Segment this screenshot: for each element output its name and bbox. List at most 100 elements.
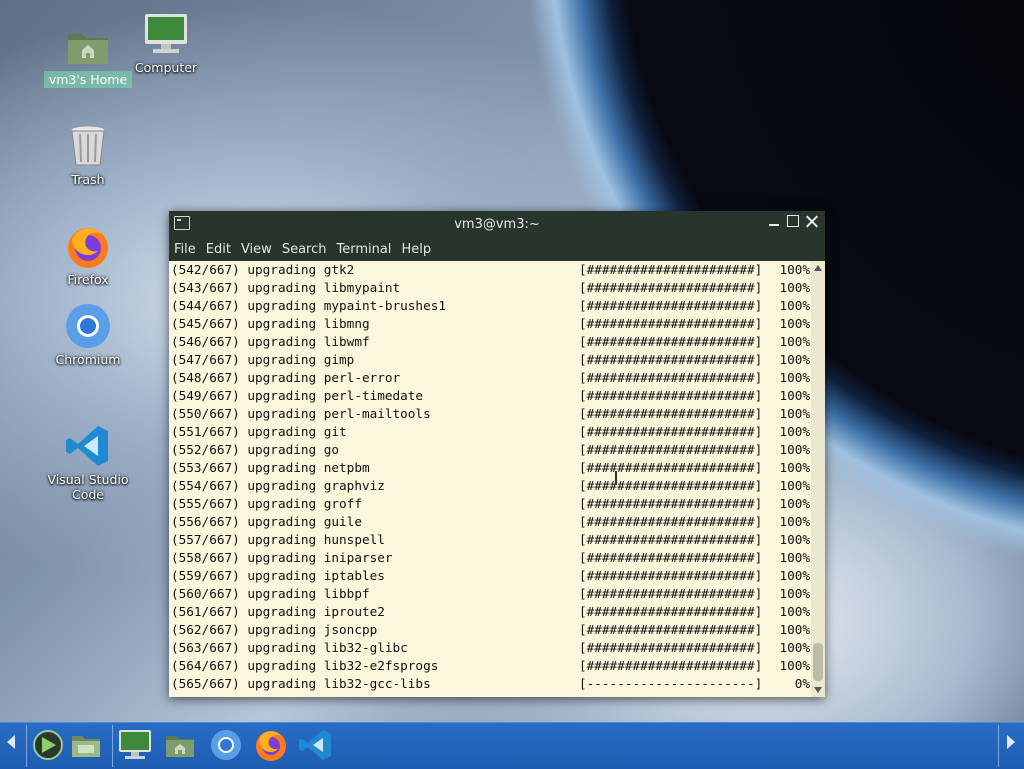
- terminal-line-bar: [######################]: [579, 388, 763, 403]
- terminal-line-pct: 100%: [779, 460, 810, 475]
- terminal-window[interactable]: vm3@vm3:~ File Edit View Search Terminal…: [169, 211, 825, 697]
- home-folder-icon[interactable]: [162, 727, 200, 765]
- desktop-icon-label: Chromium: [55, 352, 121, 367]
- terminal-line-left: (550/667) upgrading perl-mailtools: [171, 406, 431, 421]
- menu-terminal[interactable]: Terminal: [335, 242, 392, 257]
- show-desktop-icon[interactable]: [68, 727, 106, 765]
- terminal-icon: [174, 216, 190, 230]
- taskbar-separator: [26, 725, 27, 767]
- minimize-icon[interactable]: [767, 214, 781, 228]
- menu-search[interactable]: Search: [281, 242, 328, 257]
- desktop-icon-label: Visual Studio Code: [47, 472, 129, 502]
- terminal-line-pct: 100%: [779, 352, 810, 367]
- home-folder-icon: [64, 22, 112, 70]
- taskbar-scroll-right-icon[interactable]: [1007, 735, 1015, 749]
- terminal-line-left: (544/667) upgrading mypaint-brushes1: [171, 298, 446, 313]
- firefox-icon: [64, 222, 112, 270]
- terminal-line-bar: [######################]: [579, 442, 763, 457]
- desktop-icon-label: Trash: [71, 172, 105, 187]
- terminal-line: (563/667) upgrading lib32-glibc [########…: [169, 639, 811, 657]
- terminal-line-pct: 100%: [779, 316, 810, 331]
- terminal-line-pct: 100%: [779, 568, 810, 583]
- terminal-line-left: (556/667) upgrading guile: [171, 514, 362, 529]
- scroll-down-icon[interactable]: [814, 687, 822, 693]
- terminal-line: (544/667) upgrading mypaint-brushes1 [###…: [169, 297, 811, 315]
- terminal-line-pct: 100%: [779, 334, 810, 349]
- taskbar-scroll-left-icon[interactable]: [7, 735, 15, 749]
- menu-file[interactable]: File: [173, 242, 197, 257]
- text-cursor-icon: [615, 471, 617, 485]
- terminal-line-pct: 100%: [779, 388, 810, 403]
- terminal-line-left: (553/667) upgrading netpbm: [171, 460, 370, 475]
- desktop-icon-computer[interactable]: Computer: [111, 10, 221, 75]
- terminal-line-bar: [######################]: [579, 334, 763, 349]
- desktop-icon-trash[interactable]: Trash: [33, 122, 143, 187]
- scrollbar-thumb[interactable]: [813, 643, 823, 681]
- menu-edit[interactable]: Edit: [205, 242, 232, 257]
- terminal-line: (558/667) upgrading iniparser [##########…: [169, 549, 811, 567]
- terminal-line-pct: 100%: [779, 262, 810, 277]
- terminal-line-pct: 100%: [779, 478, 810, 493]
- chromium-icon[interactable]: [208, 727, 246, 765]
- computer-icon[interactable]: [116, 727, 154, 765]
- terminal-line-pct: 100%: [779, 298, 810, 313]
- terminal-line-bar: [######################]: [579, 604, 763, 619]
- terminal-line-pct: 100%: [779, 658, 810, 673]
- terminal-line: (550/667) upgrading perl-mailtools [#####…: [169, 405, 811, 423]
- trash-icon: [64, 122, 112, 170]
- terminal-line-left: (555/667) upgrading groff: [171, 496, 362, 511]
- terminal-line-pct: 100%: [779, 370, 810, 385]
- menu-help[interactable]: Help: [400, 242, 432, 257]
- taskbar: [0, 722, 1024, 769]
- desktop-icon-chromium[interactable]: Chromium: [33, 302, 143, 367]
- terminal-output[interactable]: (542/667) upgrading gtk2 [###############…: [169, 261, 811, 697]
- window-titlebar[interactable]: vm3@vm3:~: [169, 211, 825, 237]
- terminal-line-pct: 100%: [779, 532, 810, 547]
- terminal-line: (560/667) upgrading libbpf [#############…: [169, 585, 811, 603]
- desktop-icon-firefox[interactable]: Firefox: [33, 222, 143, 287]
- terminal-line-bar: [######################]: [579, 460, 763, 475]
- terminal-line-left: (552/667) upgrading go: [171, 442, 340, 457]
- terminal-line-bar: [######################]: [579, 280, 763, 295]
- terminal-line-left: (551/667) upgrading git: [171, 424, 347, 439]
- firefox-icon[interactable]: [253, 727, 291, 765]
- window-title: vm3@vm3:~: [454, 216, 540, 232]
- terminal-line-pct: 100%: [779, 586, 810, 601]
- terminal-line-bar: [######################]: [579, 586, 763, 601]
- maximize-icon[interactable]: [786, 214, 800, 228]
- terminal-line: (553/667) upgrading netpbm [#############…: [169, 459, 811, 477]
- terminal-line-left: (547/667) upgrading gimp: [171, 352, 355, 367]
- terminal-line-left: (564/667) upgrading lib32-e2fsprogs: [171, 658, 439, 673]
- terminal-line-left: (563/667) upgrading lib32-glibc: [171, 640, 408, 655]
- terminal-line-left: (560/667) upgrading libbpf: [171, 586, 370, 601]
- menu-view[interactable]: View: [240, 242, 273, 257]
- terminal-line-left: (559/667) upgrading iptables: [171, 568, 385, 583]
- terminal-line-bar: [######################]: [579, 370, 763, 385]
- terminal-line-pct: 100%: [779, 640, 810, 655]
- chromium-icon: [64, 302, 112, 350]
- terminal-line-left: (545/667) upgrading libmng: [171, 316, 370, 331]
- vscode-icon[interactable]: [298, 727, 336, 765]
- taskbar-separator: [998, 725, 999, 767]
- terminal-line-left: (565/667) upgrading lib32-gcc-libs: [171, 676, 431, 691]
- terminal-line-bar: [######################]: [579, 550, 763, 565]
- scroll-up-icon[interactable]: [814, 265, 822, 271]
- vscode-icon: [64, 422, 112, 470]
- terminal-line: (562/667) upgrading jsoncpp [############…: [169, 621, 811, 639]
- menu-icon[interactable]: [30, 727, 68, 765]
- terminal-line-bar: [######################]: [579, 298, 763, 313]
- close-icon[interactable]: [805, 214, 819, 228]
- terminal-line: (549/667) upgrading perl-timedate [######…: [169, 387, 811, 405]
- terminal-line: (555/667) upgrading groff [##############…: [169, 495, 811, 513]
- terminal-line: (561/667) upgrading iproute2 [###########…: [169, 603, 811, 621]
- terminal-line-pct: 100%: [779, 550, 810, 565]
- terminal-line: (542/667) upgrading gtk2 [###############…: [169, 261, 811, 279]
- terminal-line-left: (561/667) upgrading iproute2: [171, 604, 385, 619]
- terminal-line-left: (549/667) upgrading perl-timedate: [171, 388, 424, 403]
- desktop-icon-vscode[interactable]: Visual Studio Code: [33, 422, 143, 502]
- terminal-line: (556/667) upgrading guile [##############…: [169, 513, 811, 531]
- terminal-line-pct: 100%: [779, 622, 810, 637]
- terminal-line-left: (562/667) upgrading jsoncpp: [171, 622, 378, 637]
- terminal-line-bar: [######################]: [579, 478, 763, 493]
- scrollbar[interactable]: [811, 261, 825, 697]
